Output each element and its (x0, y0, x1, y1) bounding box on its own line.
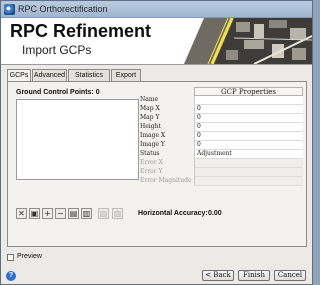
reset-icon[interactable]: ▨ (112, 208, 123, 219)
finish-button[interactable]: Finish (238, 270, 270, 281)
property-value-name[interactable] (194, 96, 303, 105)
preview-label: Preview (17, 253, 42, 260)
horizontal-accuracy-label: Horizontal Accuracy: (138, 210, 208, 217)
app-icon (4, 4, 15, 15)
remove-icon[interactable]: − (55, 208, 66, 219)
property-value-error-magnitude (194, 177, 303, 186)
property-row-error-x: Error X (138, 159, 303, 168)
add-icon[interactable]: + (42, 208, 53, 219)
tab-bar: GCPs Advanced Statistics Export (7, 69, 307, 82)
dialog-window: RPC Orthorectification RPC Refinement Im… (0, 0, 313, 285)
tab-statistics[interactable]: Statistics (68, 69, 110, 81)
property-row-map-x: Map X 0 (138, 105, 303, 114)
property-name: Error Magnitude (140, 177, 192, 184)
gcp-toolbar: ✕ ▣ + − ▤ ▥ ▧ ▨ (16, 208, 141, 220)
property-name: Status (140, 150, 160, 157)
tab-advanced[interactable]: Advanced (32, 69, 67, 81)
save-icon[interactable]: ▥ (81, 208, 92, 219)
horizontal-accuracy-value: 0.00 (208, 210, 222, 217)
property-row-map-y: Map Y 0 (138, 114, 303, 123)
gcp-properties-header: GCP Properties (194, 87, 303, 96)
window-title: RPC Orthorectification (18, 4, 108, 14)
gcp-count-label: Ground Control Points: 0 (16, 89, 100, 96)
property-row-status: Status Adjustment (138, 150, 303, 159)
header-title: RPC Refinement (10, 21, 152, 41)
delete-icon[interactable]: ✕ (16, 208, 27, 219)
property-value-height[interactable]: 0 (194, 123, 303, 132)
property-value-image-x[interactable]: 0 (194, 132, 303, 141)
property-name: Name (140, 96, 159, 103)
title-bar: RPC Orthorectification (1, 1, 312, 18)
property-name: Height (140, 123, 161, 130)
property-row-error-magnitude: Error Magnitude (138, 177, 303, 186)
property-row-image-y: Image Y 0 (138, 141, 303, 150)
back-button[interactable]: < Back (202, 270, 234, 281)
header-subtitle: Import GCPs (22, 43, 92, 57)
property-name: Image X (140, 132, 166, 139)
open-icon[interactable]: ▤ (68, 208, 79, 219)
gcps-panel: Ground Control Points: 0 GCP Properties … (7, 81, 307, 247)
property-value-error-x (194, 159, 303, 168)
property-name: Map X (140, 105, 160, 112)
property-value-map-y[interactable]: 0 (194, 114, 303, 123)
property-name: Error Y (140, 168, 163, 175)
property-row-error-y: Error Y (138, 168, 303, 177)
satellite-image-banner (174, 18, 312, 64)
tab-export[interactable]: Export (111, 69, 141, 81)
property-name: Image Y (140, 141, 165, 148)
property-row-name: Name (138, 96, 303, 105)
property-value-error-y (194, 168, 303, 177)
cancel-button[interactable]: Cancel (274, 270, 306, 281)
preview-checkbox[interactable] (7, 254, 14, 261)
export-icon[interactable]: ▧ (98, 208, 109, 219)
copy-icon[interactable]: ▣ (29, 208, 40, 219)
property-row-height: Height 0 (138, 123, 303, 132)
property-value-map-x[interactable]: 0 (194, 105, 303, 114)
property-value-status[interactable]: Adjustment (194, 150, 303, 159)
property-name: Map Y (140, 114, 160, 121)
wizard-header: RPC Refinement Import GCPs (1, 18, 312, 65)
property-row-image-x: Image X 0 (138, 132, 303, 141)
help-icon[interactable]: ? (6, 271, 16, 281)
property-name: Error X (140, 159, 163, 166)
gcp-list[interactable] (16, 99, 139, 180)
property-value-image-y[interactable]: 0 (194, 141, 303, 150)
